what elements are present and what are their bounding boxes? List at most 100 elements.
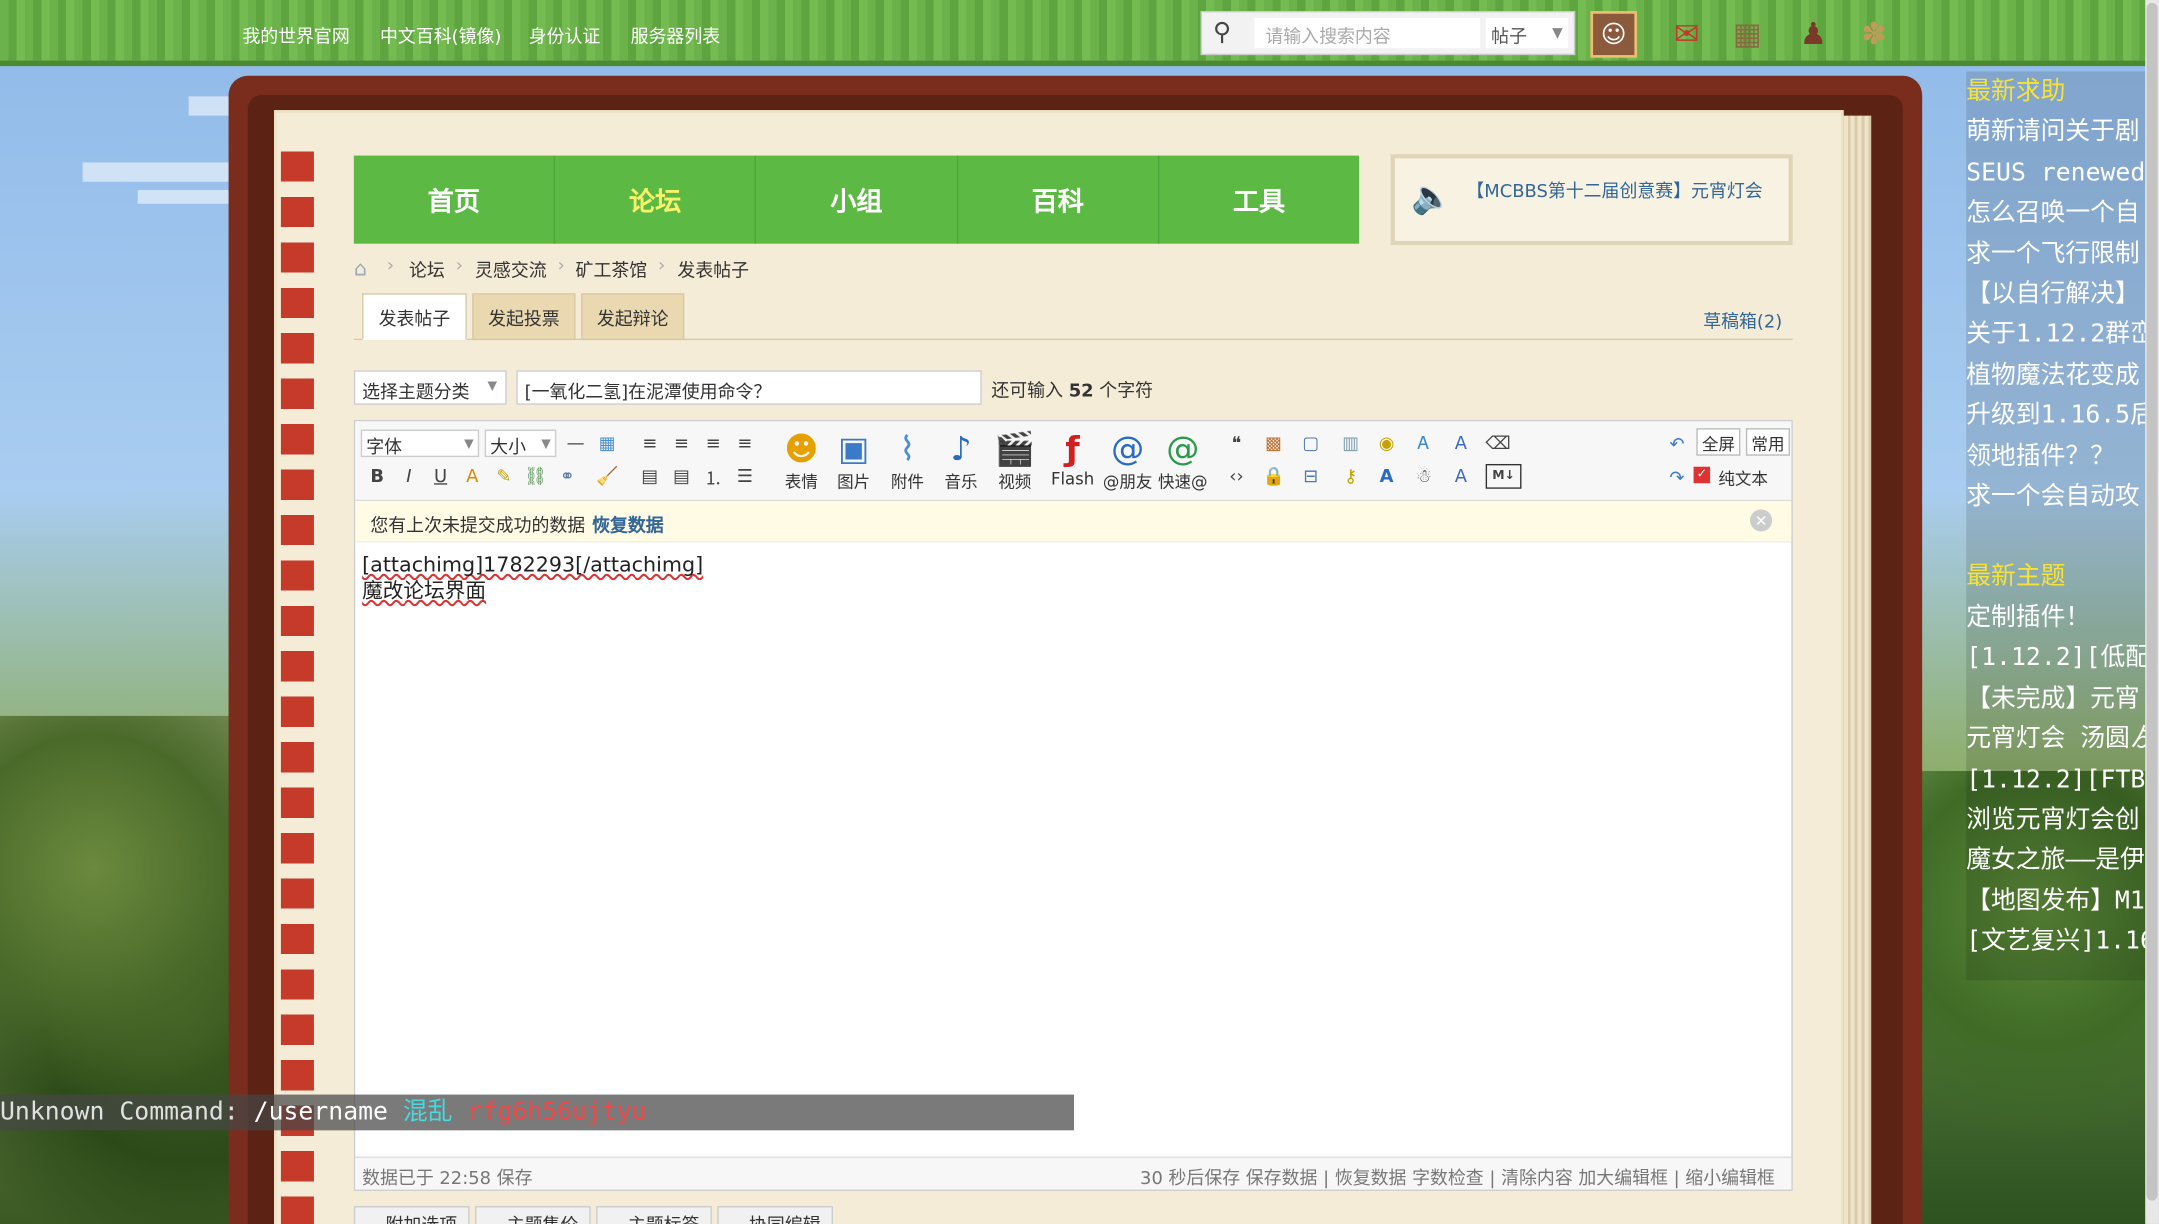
command-line[interactable]: Unknown Command: /username 混乱 rfg6h56ujt… xyxy=(0,1094,1074,1131)
sidebar-help-item[interactable]: 萌新请问关于剧 xyxy=(1966,112,2159,152)
eraser-icon[interactable]: ⌫ xyxy=(1485,431,1510,456)
nav-forum[interactable]: 论坛 xyxy=(555,155,757,244)
restore-data-link[interactable]: 恢复数据 xyxy=(592,511,664,537)
font-size-icon[interactable]: A xyxy=(1448,464,1473,489)
unordered-list-icon[interactable]: ☰ xyxy=(733,464,758,489)
music-button[interactable]: ♪ 音乐 xyxy=(935,428,987,497)
nav-home[interactable]: 首页 xyxy=(354,155,556,244)
lock-icon[interactable]: 🔒 xyxy=(1261,464,1286,489)
search-type-select[interactable]: 帖子 ▼ xyxy=(1485,17,1569,49)
flash-button[interactable]: ƒ Flash xyxy=(1046,428,1098,497)
text-style-icon[interactable]: A xyxy=(1374,464,1399,489)
top-link-servers[interactable]: 服务器列表 xyxy=(631,22,721,49)
sidebar-help-item[interactable]: 领地插件？？ xyxy=(1966,436,2159,476)
drafts-link[interactable]: 草稿箱(2) xyxy=(1703,307,1782,334)
image-button[interactable]: ▣ 图片 xyxy=(828,428,880,497)
sidebar-help-item[interactable]: 求一个会自动攻 xyxy=(1966,476,2159,516)
quote-icon[interactable]: ❝ xyxy=(1224,431,1249,456)
sidebar-help-item[interactable]: 植物魔法花变成 xyxy=(1966,355,2159,395)
tab-extra-options[interactable]: 附加选项 xyxy=(353,1206,470,1224)
home-icon[interactable]: ⌂ xyxy=(354,256,367,281)
message-icon[interactable]: ✉ xyxy=(1663,11,1710,58)
align-center-icon[interactable]: ≡ xyxy=(669,431,694,456)
user-alert-icon[interactable]: ♟ xyxy=(1790,11,1837,58)
tab-new-poll[interactable]: 发起投票 xyxy=(472,293,576,341)
align-left-icon[interactable]: ≡ xyxy=(638,431,663,456)
sidebar-topic-item[interactable]: 魔女之旅——是伊 xyxy=(1966,840,2159,880)
attachment-button[interactable]: ⌇ 附件 xyxy=(881,428,933,497)
tab-co-edit[interactable]: 协同编辑 xyxy=(717,1206,834,1224)
font-effect-icon[interactable]: A xyxy=(1448,431,1473,456)
background-icon[interactable]: ◉ xyxy=(1374,431,1399,456)
title-input[interactable]: [一氧化二氢]在泥潭使用命令？ xyxy=(516,370,982,405)
code-icon[interactable]: ‹› xyxy=(1224,464,1249,489)
nav-wiki[interactable]: 百科 xyxy=(958,155,1160,244)
unlink-icon[interactable]: ⚭ xyxy=(555,464,580,489)
editor-actions[interactable]: 30 秒后保存 保存数据 | 恢复数据 字数检查 | 清除内容 加大编辑框 | … xyxy=(1140,1163,1775,1190)
nav-tools[interactable]: 工具 xyxy=(1159,156,1359,244)
columns-icon[interactable]: ▥ xyxy=(1338,431,1363,456)
horizontal-rule-icon[interactable]: — xyxy=(563,431,588,456)
tab-new-debate[interactable]: 发起辩论 xyxy=(581,293,685,341)
bold-icon[interactable]: B xyxy=(365,464,390,489)
ordered-list-icon[interactable]: ⒈ xyxy=(701,464,726,490)
top-link-auth[interactable]: 身份认证 xyxy=(529,22,601,49)
font-style-icon[interactable]: Ꭺ xyxy=(1411,431,1436,456)
tab-thread-tags[interactable]: 主题标签 xyxy=(596,1206,712,1224)
plaintext-checkbox[interactable]: ✓ xyxy=(1693,466,1711,484)
sidebar-topic-item[interactable]: [1.12.2][低配] xyxy=(1966,638,2159,678)
search-input[interactable]: 请输入搜索内容 xyxy=(1254,17,1481,49)
avatar[interactable]: ☺ xyxy=(1590,11,1638,58)
breadcrumb-forum[interactable]: 论坛 xyxy=(409,256,445,283)
float-right-icon[interactable]: ▤ xyxy=(669,464,694,489)
sidebar-help-item[interactable]: 【以自行解决】 xyxy=(1966,274,2159,314)
scrollbar[interactable] xyxy=(2145,0,2159,1224)
clear-format-icon[interactable]: 🧹 xyxy=(595,464,620,489)
notice-link[interactable]: 【MCBBS第十二届创意赛】元宵灯会 xyxy=(1466,176,1762,203)
frame-icon[interactable]: ▢ xyxy=(1298,431,1323,456)
nav-groups[interactable]: 小组 xyxy=(756,155,958,244)
tab-new-post[interactable]: 发表帖子 xyxy=(362,293,467,341)
italic-icon[interactable]: I xyxy=(397,464,422,489)
align-right-icon[interactable]: ≡ xyxy=(733,431,758,456)
undo-icon[interactable]: ↶ xyxy=(1665,432,1690,457)
mention-friend-button[interactable]: @ @朋友 xyxy=(1102,428,1154,497)
sidebar-help-item[interactable]: SEUS renewed v xyxy=(1966,153,2159,193)
breadcrumb-inspiration[interactable]: 灵感交流 xyxy=(475,256,547,283)
redo-icon[interactable]: ↷ xyxy=(1665,465,1690,490)
sidebar-topic-item[interactable]: 元宵灯会 汤圆ゟ xyxy=(1966,719,2159,759)
fullscreen-button[interactable]: 全屏 xyxy=(1696,428,1741,456)
tab-thread-price[interactable]: 主题售价 xyxy=(475,1206,591,1224)
sidebar-topic-item[interactable]: 浏览元宵灯会创 xyxy=(1966,800,2159,840)
editor-content[interactable]: [attachimg]1782293[/attachimg] 魔改论坛界面 xyxy=(362,552,703,604)
sidebar-topic-item[interactable]: 【地图发布】M1 xyxy=(1966,881,2159,921)
search-icon[interactable]: ⚲ xyxy=(1213,18,1231,47)
float-left-icon[interactable]: ▤ xyxy=(638,464,663,489)
palette-icon[interactable]: ✽ xyxy=(1851,11,1898,58)
quick-mention-button[interactable]: @ 快速@ xyxy=(1157,428,1209,497)
sidebar-help-item[interactable]: 关于1.12.2群峦 xyxy=(1966,315,2159,355)
close-icon[interactable]: ✕ xyxy=(1750,509,1773,532)
page-break-icon[interactable]: ⊟ xyxy=(1298,464,1323,489)
sidebar-help-item[interactable]: 怎么召唤一个自 xyxy=(1966,193,2159,233)
qq-icon[interactable]: ☃ xyxy=(1411,464,1436,489)
link-icon[interactable]: ⛓ xyxy=(523,464,548,489)
underline-icon[interactable]: U xyxy=(428,464,453,489)
size-select[interactable]: 大小 ▼ xyxy=(484,429,557,458)
emoji-button[interactable]: ☻ 表情 xyxy=(775,428,827,497)
scrollbar-thumb[interactable] xyxy=(2146,2,2158,1201)
top-link-wiki[interactable]: 中文百科(镜像) xyxy=(380,22,501,49)
sidebar-topic-item[interactable]: [1.12.2][FTBQ] xyxy=(1966,759,2159,799)
align-justify-icon[interactable]: ≡ xyxy=(701,431,726,456)
font-select[interactable]: 字体 ▼ xyxy=(360,429,480,458)
common-button[interactable]: 常用 xyxy=(1745,428,1790,456)
key-icon[interactable]: ⚷ xyxy=(1338,464,1363,489)
highlight-icon[interactable]: ✎ xyxy=(492,464,517,489)
sidebar-help-item[interactable]: 升级到1.16.5后 xyxy=(1966,395,2159,435)
table-icon[interactable]: ▦ xyxy=(595,431,620,456)
hide-icon[interactable]: ▩ xyxy=(1261,431,1286,456)
video-button[interactable]: 🎬 视频 xyxy=(989,428,1041,497)
sidebar-topic-item[interactable]: 【未完成】元宵 xyxy=(1966,678,2159,718)
breadcrumb-teahouse[interactable]: 矿工茶馆 xyxy=(576,256,648,283)
category-select[interactable]: 选择主题分类 ▼ xyxy=(353,370,507,405)
